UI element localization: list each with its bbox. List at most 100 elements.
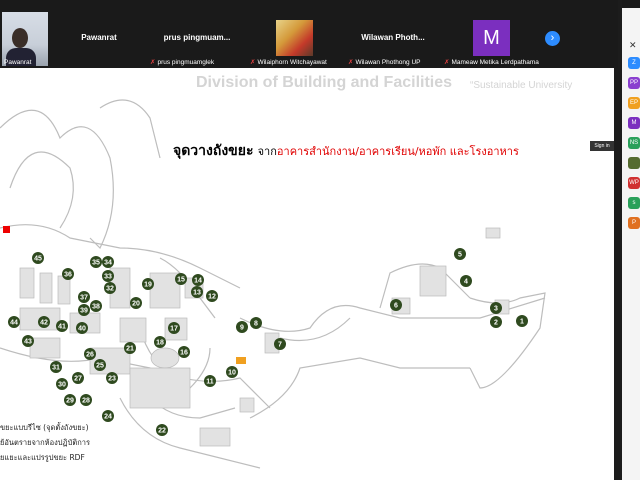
chat-contact-badge[interactable]: WP: [628, 177, 640, 189]
bin-location-marker: 42: [38, 316, 50, 328]
legend-item: ยแยะและแปรรูปขยะ RDF: [0, 453, 85, 462]
bin-location-marker: 13: [191, 286, 203, 298]
svg-text:27: 27: [74, 376, 82, 383]
chat-contact-badge[interactable]: P: [628, 217, 640, 229]
campus-map: 453635 3433321915 141312373839204041424443…: [0, 99, 546, 469]
bin-location-marker: 45: [32, 252, 44, 264]
bin-location-marker: 26: [84, 348, 96, 360]
svg-text:3: 3: [494, 306, 498, 313]
bin-location-marker: 19: [142, 278, 154, 290]
chat-contact-badge[interactable]: s: [628, 197, 640, 209]
bin-location-marker: 38: [90, 300, 102, 312]
svg-text:38: 38: [92, 304, 100, 311]
bin-location-marker: 15: [175, 273, 187, 285]
chat-contact-badge[interactable]: PP: [628, 77, 640, 89]
svg-text:14: 14: [194, 278, 202, 285]
chat-contact-badge[interactable]: M: [628, 117, 640, 129]
shared-screen-slide: 45 36 35 34 33 32 19 15 14 13 12 37 38 39 20 40 41 42 44 43…: [0, 68, 614, 480]
mic-muted-icon: ✗: [250, 59, 256, 66]
close-icon[interactable]: ✕: [629, 40, 637, 51]
participant-tile-4[interactable]: Wilawan Photh... ✗ Wilawan Phothong UP: [344, 0, 442, 68]
svg-text:5: 5: [458, 252, 462, 259]
bin-location-marker: 6: [390, 299, 402, 311]
svg-text:18: 18: [156, 340, 164, 347]
svg-text:22: 22: [158, 428, 166, 435]
svg-text:13: 13: [193, 290, 201, 297]
mic-muted-icon: ✗: [150, 59, 156, 66]
participant-tile-2[interactable]: prus pingmuam... ✗ prus pingmuamglek: [148, 0, 246, 68]
mic-muted-icon: ✗: [444, 59, 450, 66]
mic-muted-icon: ✗: [348, 59, 354, 66]
participant-video: [2, 12, 48, 66]
chevron-right-icon[interactable]: ›: [545, 31, 560, 46]
svg-text:42: 42: [40, 320, 48, 327]
bin-location-marker: 4: [460, 275, 472, 287]
bin-location-marker: 21: [124, 342, 136, 354]
svg-text:41: 41: [58, 324, 66, 331]
svg-text:35: 35: [92, 260, 100, 267]
heading-main: จุดวางถังขยะ: [173, 143, 254, 159]
bin-location-marker: 25: [94, 359, 106, 371]
svg-text:12: 12: [208, 294, 216, 301]
svg-text:17: 17: [170, 326, 178, 333]
bin-location-marker: 37: [78, 291, 90, 303]
participant-display-name: Wilawan Photh...: [361, 33, 425, 42]
bin-location-marker: 43: [22, 335, 34, 347]
svg-text:45: 45: [34, 256, 42, 263]
svg-text:24: 24: [104, 414, 112, 421]
right-side-panel: ✕ Z PP EP M NS WP s P: [622, 0, 640, 480]
red-marker: [3, 226, 10, 233]
bin-location-marker: 1: [516, 315, 528, 327]
svg-text:44: 44: [10, 320, 18, 327]
bin-location-marker: 23: [106, 372, 118, 384]
bin-location-marker: 32: [104, 282, 116, 294]
chat-contact-badge[interactable]: [628, 157, 640, 169]
svg-text:7: 7: [278, 342, 282, 349]
avatar-letter: M: [473, 20, 510, 56]
svg-text:39: 39: [80, 308, 88, 315]
bin-location-marker: 17: [168, 322, 180, 334]
bin-location-marker: 3: [490, 302, 502, 314]
bin-location-marker: 9: [236, 321, 248, 333]
bin-location-marker: 5: [454, 248, 466, 260]
legend-item: ขยะแบบรีไซ (จุดตั้งถังขยะ): [0, 423, 89, 432]
bin-location-marker: 22: [156, 424, 168, 436]
bin-location-marker: 35: [90, 256, 102, 268]
bin-location-marker: 8: [250, 317, 262, 329]
bin-location-marker: 41: [56, 320, 68, 332]
svg-text:30: 30: [58, 382, 66, 389]
sign-in-button[interactable]: Sign in: [590, 141, 614, 151]
participant-tile-0[interactable]: Pawanrat: [0, 0, 50, 68]
bin-location-marker: 34: [102, 256, 114, 268]
participant-tile-1[interactable]: Pawanrat: [50, 0, 148, 68]
bin-location-marker: 33: [102, 270, 114, 282]
bin-location-marker: 11: [204, 375, 216, 387]
chat-contact-badge[interactable]: NS: [628, 137, 640, 149]
bin-location-marker: 7: [274, 338, 286, 350]
bin-location-marker: 14: [192, 274, 204, 286]
bin-location-marker: 44: [8, 316, 20, 328]
bin-location-marker: 36: [62, 268, 74, 280]
slide-subtitle: “Sustainable University: [470, 80, 573, 91]
svg-text:1: 1: [520, 319, 524, 326]
svg-text:36: 36: [64, 272, 72, 279]
bin-location-marker: 40: [76, 322, 88, 334]
heading-from: จาก: [257, 145, 277, 158]
svg-text:2: 2: [494, 320, 498, 327]
bin-location-marker: 28: [80, 394, 92, 406]
chat-contact-badge[interactable]: EP: [628, 97, 640, 109]
bin-location-marker: 29: [64, 394, 76, 406]
bin-location-marker: 24: [102, 410, 114, 422]
svg-text:34: 34: [104, 260, 112, 267]
slide-title: Division of Building and Facilities: [196, 74, 453, 91]
bin-location-marker: 10: [226, 366, 238, 378]
bin-location-marker: 39: [78, 304, 90, 316]
svg-text:8: 8: [254, 321, 258, 328]
rdf-facility-marker: [236, 357, 246, 364]
svg-text:40: 40: [78, 326, 86, 333]
participant-display-name: prus pingmuam...: [163, 33, 231, 42]
chat-contact-badge[interactable]: Z: [628, 57, 640, 69]
legend-item: ย้อันตรายจากห้องปฏิบัติการ: [0, 438, 90, 447]
svg-text:32: 32: [106, 286, 114, 293]
svg-text:37: 37: [80, 295, 88, 302]
